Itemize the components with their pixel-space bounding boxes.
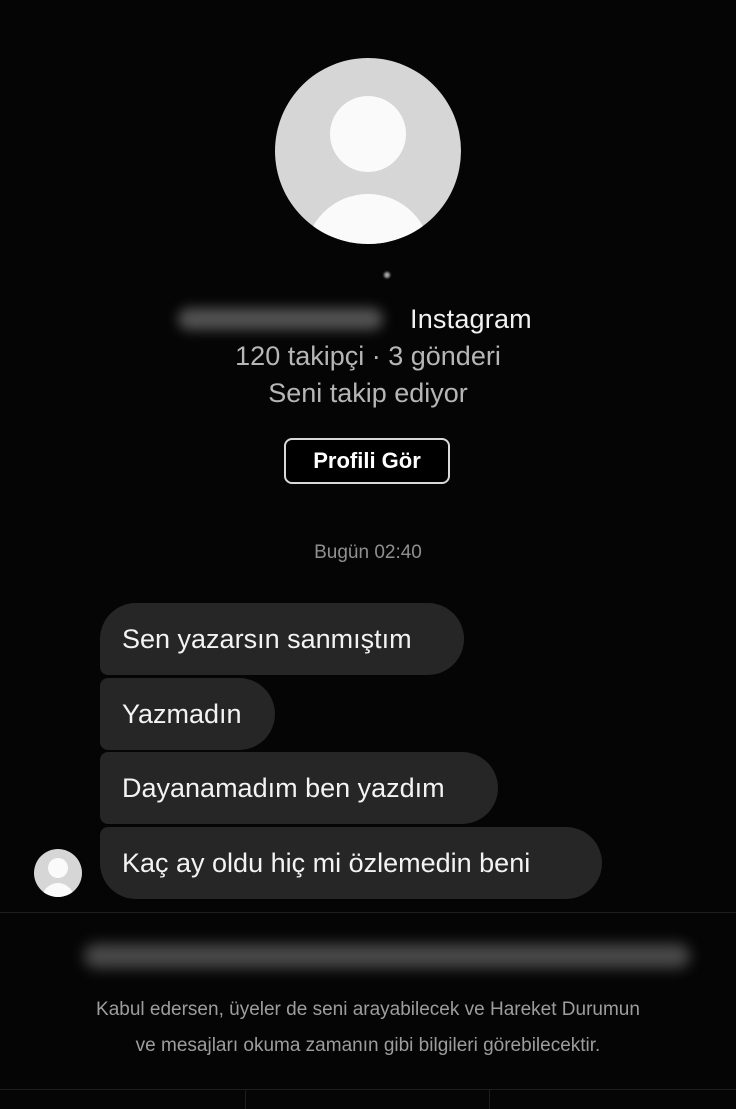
follow-status: Seni takip ediyor xyxy=(268,378,468,408)
request-action-button-middle[interactable] xyxy=(246,1090,489,1109)
message-bubble[interactable]: Kaç ay oldu hiç mi özlemedin beni xyxy=(100,827,602,899)
message-request-screen: Instagram 120 takipçi · 3 gönderi Seni t… xyxy=(0,0,736,1109)
message-bubble[interactable]: Dayanamadım ben yazdım xyxy=(100,752,498,824)
blurred-request-title xyxy=(84,944,690,968)
view-profile-button[interactable]: Profili Gör xyxy=(284,438,450,484)
message-bubble[interactable]: Sen yazarsın sanmıştım xyxy=(100,603,464,675)
avatar-head-shape xyxy=(330,96,406,172)
profile-name-row: Instagram xyxy=(0,300,736,340)
request-info-line: ve mesajları okuma zamanın gibi bilgiler… xyxy=(135,1035,601,1056)
request-info-text: Kabul edersen, üyeler de seni arayabilec… xyxy=(20,992,716,1064)
request-action-button-right[interactable] xyxy=(490,1090,736,1109)
blurred-username xyxy=(178,308,383,330)
avatar-shoulders-shape xyxy=(305,194,431,244)
divider xyxy=(0,912,736,913)
profile-stats: 120 takipçi · 3 gönderi xyxy=(235,341,501,371)
avatar-shoulders-shape xyxy=(42,883,74,897)
blurred-dot xyxy=(384,272,390,278)
request-info-line: Kabul edersen, üyeler de seni arayabilec… xyxy=(96,999,640,1020)
platform-label: Instagram xyxy=(410,304,532,334)
avatar-head-shape xyxy=(48,858,68,878)
message-bubble[interactable]: Yazmadın xyxy=(100,678,275,750)
message-timestamp: Bugün 02:40 xyxy=(314,542,422,563)
profile-avatar-icon[interactable] xyxy=(275,58,461,244)
sender-avatar-icon[interactable] xyxy=(34,849,82,897)
request-action-button-left[interactable] xyxy=(0,1090,245,1109)
